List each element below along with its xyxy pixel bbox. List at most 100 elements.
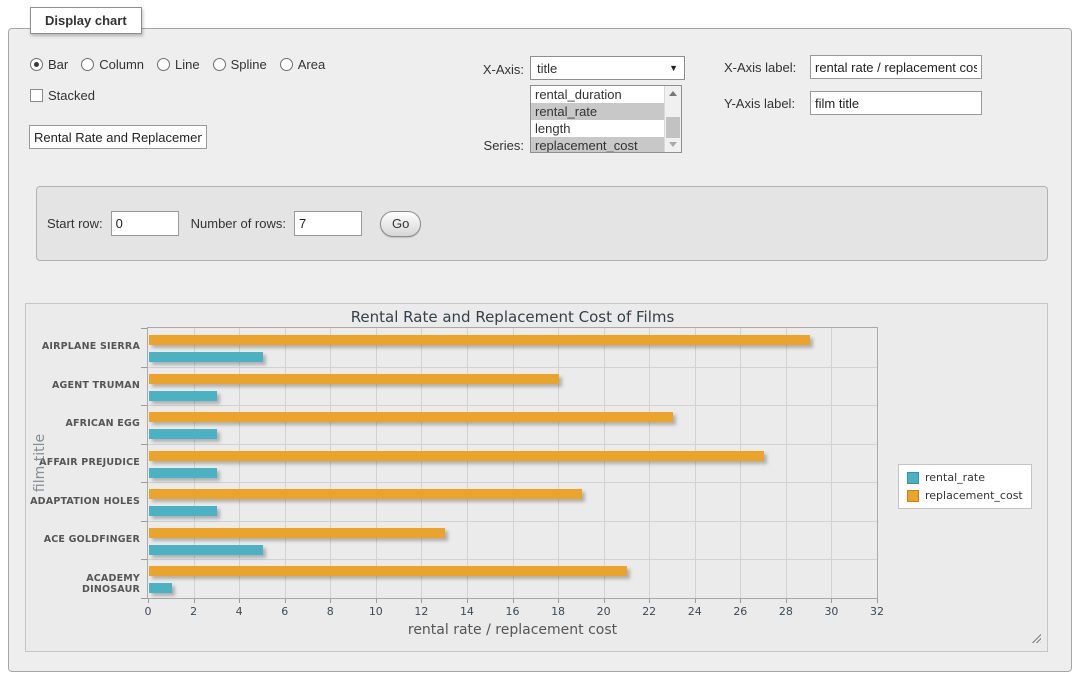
x-axis-select-value: title bbox=[537, 61, 557, 76]
grid-line-vertical bbox=[239, 328, 240, 598]
chart-type-radios: Bar Column Line Spline Area bbox=[30, 57, 325, 72]
y-axis-tick bbox=[141, 367, 147, 368]
chart-type-option-spline[interactable]: Spline bbox=[213, 57, 267, 72]
x-axis-tick bbox=[421, 599, 422, 603]
bar-replacement_cost bbox=[149, 335, 810, 345]
chart-type-option-column[interactable]: Column bbox=[81, 57, 144, 72]
bar-replacement_cost bbox=[149, 451, 764, 461]
y-axis-tick bbox=[141, 521, 147, 522]
x-axis-tick-label: 4 bbox=[219, 605, 259, 618]
x-axis-tick-label: 24 bbox=[675, 605, 715, 618]
start-row-input[interactable] bbox=[111, 211, 179, 236]
series-listbox[interactable]: rental_durationrental_ratelengthreplacem… bbox=[530, 85, 682, 153]
page: Display chart Bar Column Line Spline Area St… bbox=[0, 0, 1081, 681]
category-label: ACE GOLDFINGER bbox=[26, 534, 140, 545]
x-axis-label-input[interactable] bbox=[810, 55, 982, 79]
chart-title-input[interactable] bbox=[29, 125, 207, 149]
radio-option-label: Column bbox=[99, 57, 144, 72]
stacked-option[interactable]: Stacked bbox=[30, 88, 95, 103]
scrollbar-thumb[interactable] bbox=[666, 117, 680, 138]
x-axis-title: rental rate / replacement cost bbox=[148, 622, 877, 638]
x-axis-select-label: X-Axis: bbox=[460, 62, 524, 77]
legend-item-rental_rate[interactable]: rental_rate bbox=[907, 471, 1023, 484]
y-axis-tick bbox=[141, 444, 147, 445]
x-axis-tick-label: 28 bbox=[766, 605, 806, 618]
series-listbox-label: Series: bbox=[460, 138, 524, 153]
series-scrollbar[interactable] bbox=[664, 86, 681, 152]
x-axis-tick-label: 32 bbox=[857, 605, 897, 618]
scroll-up-button[interactable] bbox=[665, 86, 681, 101]
radio-icon[interactable] bbox=[157, 58, 170, 71]
x-axis-tick bbox=[467, 599, 468, 603]
y-axis-tick bbox=[141, 405, 147, 406]
x-axis-tick-label: 0 bbox=[128, 605, 168, 618]
fieldset-legend: Display chart bbox=[30, 7, 142, 34]
grid-line-vertical bbox=[604, 328, 605, 598]
x-axis-tick bbox=[877, 599, 878, 603]
chart-title: Rental Rate and Replacement Cost of Film… bbox=[148, 308, 877, 326]
x-axis-tick-label: 20 bbox=[584, 605, 624, 618]
chart-type-option-line[interactable]: Line bbox=[157, 57, 200, 72]
category-label: AFRICAN EGG bbox=[26, 418, 140, 429]
x-axis-tick bbox=[194, 599, 195, 603]
category-label: ADAPTATION HOLES bbox=[26, 496, 140, 507]
grid-line-vertical bbox=[558, 328, 559, 598]
y-axis-label-label: Y-Axis label: bbox=[724, 96, 795, 111]
grid-line-vertical bbox=[330, 328, 331, 598]
legend-label: replacement_cost bbox=[925, 489, 1023, 502]
x-axis-tick-label: 26 bbox=[720, 605, 760, 618]
legend-label: rental_rate bbox=[925, 471, 985, 484]
grid-line-vertical bbox=[513, 328, 514, 598]
x-axis-tick-label: 6 bbox=[265, 605, 305, 618]
radio-icon[interactable] bbox=[280, 58, 293, 71]
bar-rental_rate bbox=[149, 468, 217, 478]
legend-swatch bbox=[907, 490, 919, 502]
y-axis-title: film title bbox=[32, 434, 48, 492]
arrow-down-icon bbox=[669, 142, 677, 147]
scroll-down-button[interactable] bbox=[665, 137, 681, 152]
stacked-checkbox[interactable] bbox=[30, 89, 43, 102]
grid-line-vertical bbox=[285, 328, 286, 598]
bar-replacement_cost bbox=[149, 489, 582, 499]
grid-line-vertical bbox=[376, 328, 377, 598]
bar-rental_rate bbox=[149, 352, 263, 362]
radio-icon[interactable] bbox=[30, 58, 43, 71]
grid-line-vertical bbox=[467, 328, 468, 598]
x-axis-tick bbox=[513, 599, 514, 603]
series-option-length[interactable]: length bbox=[531, 120, 665, 137]
series-option-replacement_cost[interactable]: replacement_cost bbox=[531, 137, 665, 153]
legend-item-replacement_cost[interactable]: replacement_cost bbox=[907, 489, 1023, 502]
chart-legend: rental_rate replacement_cost bbox=[898, 464, 1032, 509]
radio-icon[interactable] bbox=[213, 58, 226, 71]
x-axis-select[interactable]: title ▼ bbox=[530, 56, 685, 80]
arrow-up-icon bbox=[669, 91, 677, 96]
grid-line-vertical bbox=[740, 328, 741, 598]
grid-line-horizontal bbox=[148, 559, 877, 560]
bar-replacement_cost bbox=[149, 566, 627, 576]
chart-type-option-bar[interactable]: Bar bbox=[30, 57, 68, 72]
radio-icon[interactable] bbox=[81, 58, 94, 71]
resize-handle-icon[interactable] bbox=[1030, 632, 1041, 643]
chart: Rental Rate and Replacement Cost of Film… bbox=[25, 303, 1048, 652]
grid-line-vertical bbox=[421, 328, 422, 598]
series-option-rental_rate[interactable]: rental_rate bbox=[531, 103, 665, 120]
bar-rental_rate bbox=[149, 429, 217, 439]
chart-type-option-area[interactable]: Area bbox=[280, 57, 325, 72]
category-label: AGENT TRUMAN bbox=[26, 380, 140, 391]
legend-swatch bbox=[907, 472, 919, 484]
x-axis-tick bbox=[285, 599, 286, 603]
x-axis-tick-label: 18 bbox=[538, 605, 578, 618]
radio-option-label: Spline bbox=[231, 57, 267, 72]
x-axis-tick-label: 12 bbox=[401, 605, 441, 618]
x-axis-tick-label: 22 bbox=[629, 605, 669, 618]
x-axis-tick-label: 16 bbox=[493, 605, 533, 618]
stacked-label: Stacked bbox=[48, 88, 95, 103]
x-axis-tick-label: 14 bbox=[447, 605, 487, 618]
go-button[interactable]: Go bbox=[380, 211, 421, 237]
y-axis-label-input[interactable] bbox=[810, 91, 982, 115]
x-axis-tick bbox=[740, 599, 741, 603]
bar-replacement_cost bbox=[149, 528, 445, 538]
series-option-rental_duration[interactable]: rental_duration bbox=[531, 86, 665, 103]
number-of-rows-label: Number of rows: bbox=[191, 216, 286, 231]
number-of-rows-input[interactable] bbox=[294, 211, 362, 236]
